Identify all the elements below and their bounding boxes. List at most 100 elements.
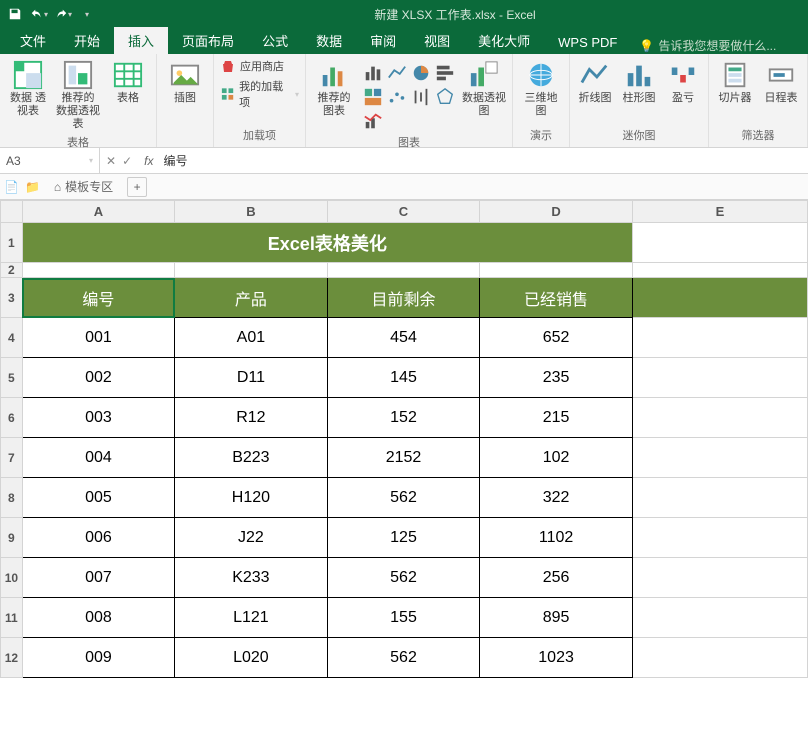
select-all-corner[interactable]	[1, 201, 23, 223]
qat-customize-icon[interactable]: ▾	[76, 3, 98, 25]
row-header[interactable]: 10	[1, 558, 23, 598]
recommended-pivot-button[interactable]: 推荐的 数据透视表	[56, 58, 100, 132]
tab-home[interactable]: 开始	[60, 27, 114, 54]
data-cell[interactable]: 152	[327, 398, 480, 438]
data-cell[interactable]: 2152	[327, 438, 480, 478]
pie-chart-icon[interactable]	[410, 62, 432, 84]
bar-chart-icon[interactable]	[434, 62, 456, 84]
data-cell[interactable]: L020	[175, 638, 328, 678]
data-cell[interactable]: 003	[22, 398, 174, 438]
tab-beautify[interactable]: 美化大师	[464, 27, 544, 54]
tab-view[interactable]: 视图	[410, 27, 464, 54]
tab-wpspdf[interactable]: WPS PDF	[544, 31, 631, 54]
column-header[interactable]: E	[632, 201, 807, 223]
row-header[interactable]: 8	[1, 478, 23, 518]
table-button[interactable]: 表格	[106, 58, 150, 105]
cell[interactable]	[632, 518, 807, 558]
combo-chart-icon[interactable]	[362, 110, 384, 132]
sparkline-column-button[interactable]: 柱形图	[620, 58, 658, 105]
header-cell[interactable]: 编号	[22, 278, 174, 318]
data-cell[interactable]: 235	[480, 358, 633, 398]
data-cell[interactable]: 215	[480, 398, 633, 438]
data-cell[interactable]: K233	[175, 558, 328, 598]
row-header[interactable]: 9	[1, 518, 23, 558]
data-cell[interactable]: 009	[22, 638, 174, 678]
header-cell[interactable]: 已经销售	[480, 278, 633, 318]
row-header[interactable]: 1	[1, 223, 23, 263]
data-cell[interactable]: 562	[327, 638, 480, 678]
column-header[interactable]: C	[327, 201, 480, 223]
cell[interactable]	[327, 263, 480, 278]
data-cell[interactable]: 125	[327, 518, 480, 558]
data-cell[interactable]: 454	[327, 318, 480, 358]
header-cell[interactable]: 产品	[175, 278, 328, 318]
cell[interactable]	[632, 558, 807, 598]
data-cell[interactable]: 256	[480, 558, 633, 598]
cell[interactable]	[632, 278, 807, 318]
row-header[interactable]: 12	[1, 638, 23, 678]
data-cell[interactable]: L121	[175, 598, 328, 638]
data-cell[interactable]: 652	[480, 318, 633, 358]
pivot-chart-button[interactable]: 数据透视图	[462, 58, 506, 118]
cell[interactable]	[632, 478, 807, 518]
data-cell[interactable]: 322	[480, 478, 633, 518]
row-header[interactable]: 3	[1, 278, 23, 318]
data-cell[interactable]: 145	[327, 358, 480, 398]
sparkline-winloss-button[interactable]: 盈亏	[664, 58, 702, 105]
data-cell[interactable]: 001	[22, 318, 174, 358]
tab-data[interactable]: 数据	[302, 27, 356, 54]
data-cell[interactable]: 1102	[480, 518, 633, 558]
column-header[interactable]: B	[175, 201, 328, 223]
data-cell[interactable]: H120	[175, 478, 328, 518]
pivot-table-button[interactable]: 数据 透视表	[6, 58, 50, 118]
stock-chart-icon[interactable]	[410, 86, 432, 108]
name-box[interactable]: A3 ▾	[0, 148, 100, 173]
data-cell[interactable]: R12	[175, 398, 328, 438]
tab-insert[interactable]: 插入	[114, 27, 168, 54]
formula-input[interactable]: 编号	[159, 152, 808, 169]
enter-icon[interactable]: ✓	[122, 154, 132, 168]
file-icon[interactable]: 📄	[4, 180, 19, 194]
fx-button[interactable]: fx	[138, 154, 159, 168]
column-chart-icon[interactable]	[362, 62, 384, 84]
radar-chart-icon[interactable]	[434, 86, 456, 108]
sparkline-line-button[interactable]: 折线图	[576, 58, 614, 105]
cell[interactable]	[632, 398, 807, 438]
row-header[interactable]: 2	[1, 263, 23, 278]
cell[interactable]	[632, 223, 807, 263]
undo-icon[interactable]: ▾	[28, 3, 50, 25]
tab-file[interactable]: 文件	[6, 27, 60, 54]
cell[interactable]	[632, 358, 807, 398]
data-cell[interactable]: J22	[175, 518, 328, 558]
tab-formulas[interactable]: 公式	[248, 27, 302, 54]
data-cell[interactable]: 004	[22, 438, 174, 478]
row-header[interactable]: 11	[1, 598, 23, 638]
data-cell[interactable]: 002	[22, 358, 174, 398]
template-tab[interactable]: ⌂ 模板专区	[46, 176, 121, 197]
data-cell[interactable]: 007	[22, 558, 174, 598]
3d-map-button[interactable]: 三维地 图	[519, 58, 563, 118]
illustrations-button[interactable]: 插图	[163, 58, 207, 105]
scatter-chart-icon[interactable]	[386, 86, 408, 108]
data-cell[interactable]: 006	[22, 518, 174, 558]
column-header[interactable]: D	[480, 201, 633, 223]
timeline-button[interactable]: 日程表	[761, 58, 801, 105]
data-cell[interactable]: 895	[480, 598, 633, 638]
data-cell[interactable]: 562	[327, 558, 480, 598]
hierarchy-chart-icon[interactable]	[362, 86, 384, 108]
tell-me[interactable]: 💡 告诉我您想要做什么...	[639, 37, 776, 54]
data-cell[interactable]: B223	[175, 438, 328, 478]
tab-layout[interactable]: 页面布局	[168, 27, 248, 54]
cell[interactable]	[632, 263, 807, 278]
row-header[interactable]: 4	[1, 318, 23, 358]
row-header[interactable]: 6	[1, 398, 23, 438]
data-cell[interactable]: 562	[327, 478, 480, 518]
save-icon[interactable]	[4, 3, 26, 25]
cell[interactable]	[632, 598, 807, 638]
cell[interactable]	[632, 638, 807, 678]
column-header[interactable]: A	[22, 201, 174, 223]
data-cell[interactable]: A01	[175, 318, 328, 358]
row-header[interactable]: 5	[1, 358, 23, 398]
my-addins-button[interactable]: 我的加载项 ▾	[220, 78, 299, 110]
data-cell[interactable]: D11	[175, 358, 328, 398]
